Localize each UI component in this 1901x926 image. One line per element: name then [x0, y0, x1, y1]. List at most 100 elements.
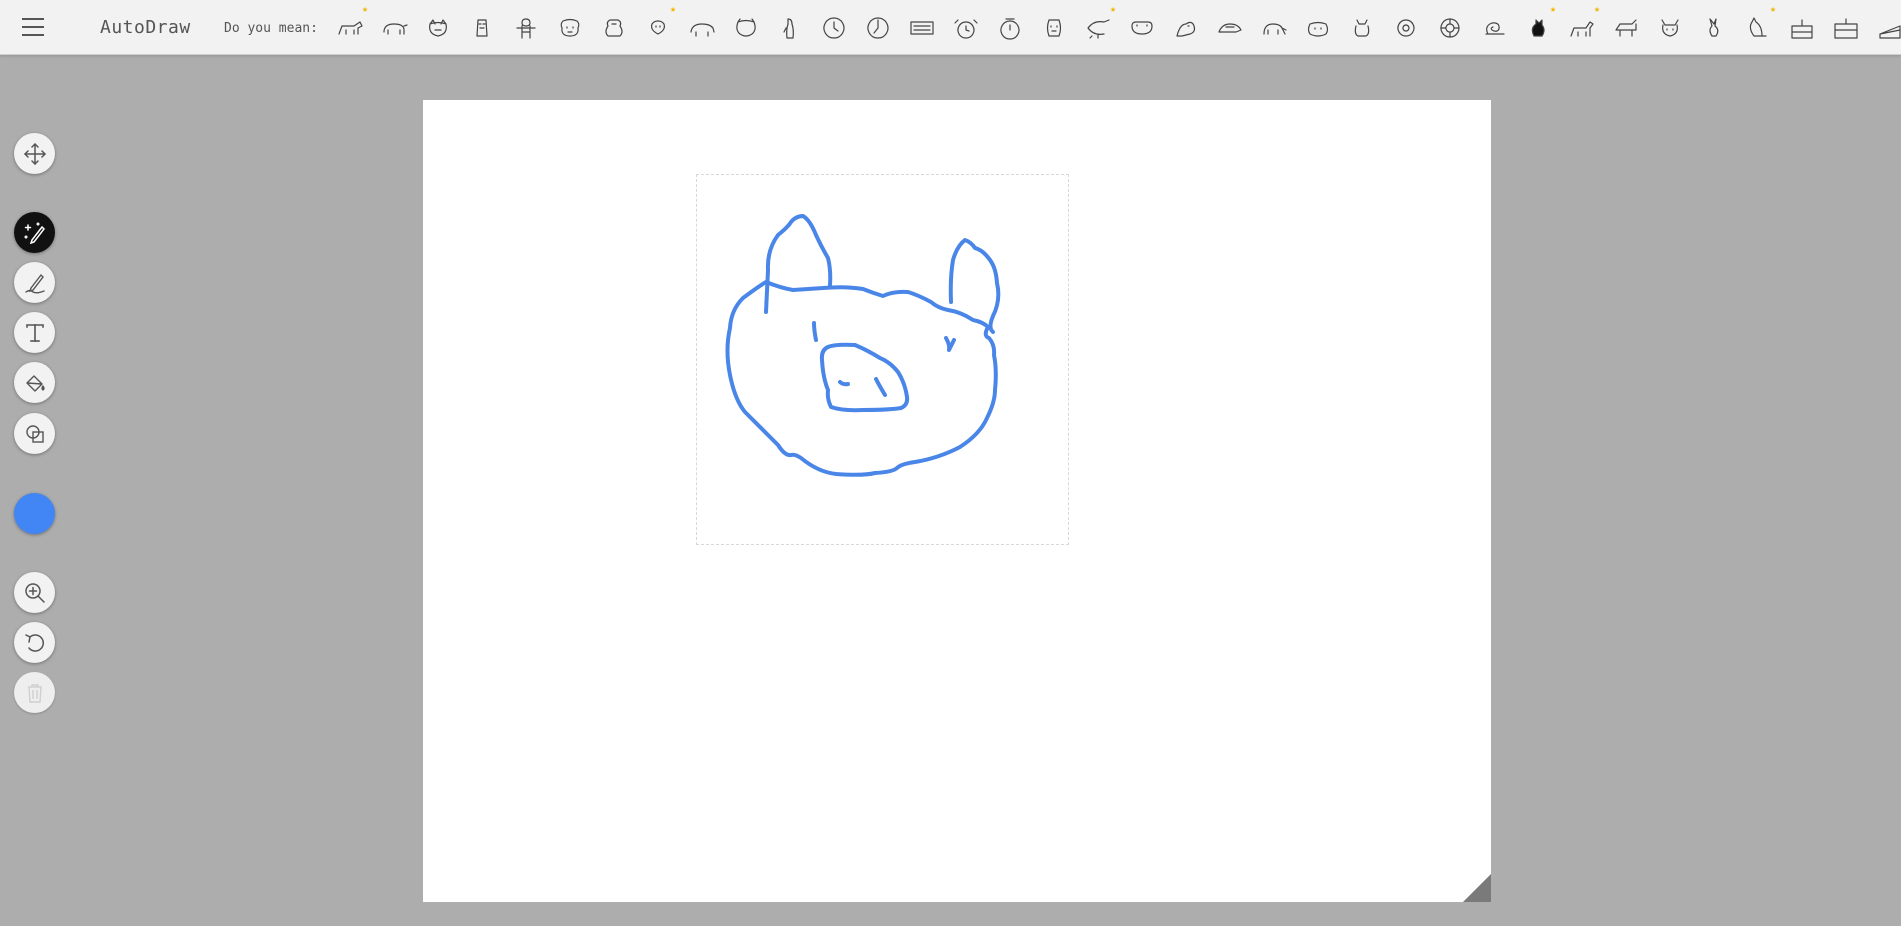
donut-icon: [1397, 19, 1415, 37]
suggestion-clock-icon[interactable]: [816, 8, 852, 48]
alarm-clock-icon: [954, 19, 978, 39]
suggestion-cake-slice-icon[interactable]: [1872, 8, 1901, 48]
cake-slice-icon: [1879, 25, 1901, 39]
suggestion-wheel-icon[interactable]: [1432, 8, 1468, 48]
suggestion-black-cat-icon[interactable]: ★: [1520, 4, 1556, 48]
black-cat-icon: [1531, 19, 1545, 37]
wheel-icon: [1440, 18, 1460, 38]
zoom-in-icon: [25, 583, 45, 603]
suggestion-rabbit-icon[interactable]: [1696, 8, 1732, 48]
canvas-resize-handle[interactable]: [1463, 874, 1491, 902]
suggestion-donut-icon[interactable]: [1388, 8, 1424, 48]
suggestion-cat-sitting-icon[interactable]: [1344, 8, 1380, 48]
suggestion-turtle-icon[interactable]: [1212, 8, 1248, 48]
suggestion-alarm-clock-2-icon[interactable]: [992, 8, 1028, 48]
frog-icon: [1087, 19, 1110, 39]
dog-outline-icon: [338, 21, 363, 35]
birthday-cake-icon: [1791, 19, 1813, 39]
left-toolbar: [14, 0, 57, 926]
suggestion-frog-face-icon[interactable]: [1124, 8, 1160, 48]
star-icon: ★: [361, 4, 368, 15]
undo-tool-button[interactable]: [14, 622, 55, 663]
suggestion-teddy-bear-icon[interactable]: [596, 8, 632, 48]
suggestion-kangaroo-icon[interactable]: ★: [1740, 4, 1776, 48]
alarm-clock-2-icon: [1000, 18, 1020, 40]
wall-clock-icon: [867, 17, 889, 39]
shape-tool-button[interactable]: [14, 413, 55, 454]
fill-tool-button[interactable]: [14, 362, 55, 403]
suggestion-bear-head-icon[interactable]: [728, 8, 764, 48]
autodraw-tool-button[interactable]: [14, 212, 55, 253]
undo-icon: [25, 634, 45, 652]
bear-face-icon: [651, 20, 665, 35]
layer-cake-icon: [1834, 18, 1858, 39]
top-bar: AutoDraw Do you mean: ★ ★ ★ ★ ★ ★: [0, 0, 1901, 55]
color-picker-button[interactable]: [14, 493, 55, 534]
suggestion-pig-face-icon[interactable]: [420, 8, 456, 48]
cat-face-icon: [1661, 19, 1679, 37]
star-icon: ★: [1549, 4, 1556, 15]
paint-bucket-icon: [26, 375, 45, 392]
bear-head-icon: [736, 18, 756, 37]
move-arrows-icon: [24, 143, 46, 165]
suggestion-digital-clock-icon[interactable]: [904, 8, 940, 48]
digital-clock-icon: [910, 21, 934, 35]
turtle-icon: [1218, 23, 1242, 33]
teddy-bear-icon: [605, 19, 623, 37]
select-tool-button[interactable]: [14, 133, 55, 174]
suggestion-owl-icon[interactable]: [464, 8, 500, 48]
suggestion-polar-bear-icon[interactable]: [684, 8, 720, 48]
suggestion-birthday-cake-icon[interactable]: [1784, 8, 1820, 48]
text-t-icon: [26, 324, 44, 342]
suggestion-pig-icon[interactable]: [376, 8, 412, 48]
suggestion-bear-face-icon[interactable]: ★: [640, 4, 676, 48]
suggestion-frog-icon[interactable]: ★: [1080, 4, 1116, 48]
clock-icon: [823, 17, 845, 39]
suggestion-penguin-icon[interactable]: [772, 8, 808, 48]
star-icon: ★: [1109, 4, 1116, 15]
cat-sitting-icon: [1354, 19, 1370, 37]
zoom-tool-button[interactable]: [14, 572, 55, 613]
suggestion-dog-outline-icon[interactable]: ★: [332, 4, 368, 48]
rabbit-icon: [1709, 18, 1719, 37]
star-icon: ★: [1769, 4, 1776, 15]
suggestion-sitting-frog-icon[interactable]: [1168, 8, 1204, 48]
star-icon: ★: [669, 4, 676, 15]
autodraw-pen-sparkle-icon: [24, 222, 45, 244]
pig-sketch-drawing: [725, 214, 1001, 477]
do-you-mean-label: Do you mean:: [224, 21, 318, 36]
pig-face-icon: [429, 19, 447, 37]
pig-icon: [383, 23, 408, 35]
suggestion-snail-icon[interactable]: [1476, 8, 1512, 48]
hamster-icon: [1307, 21, 1329, 37]
suggestion-wall-clock-icon[interactable]: [860, 8, 896, 48]
suggestion-strip: ★ ★ ★ ★ ★ ★: [332, 4, 1901, 48]
trash-icon: [28, 684, 42, 703]
suggestion-walking-cat-icon[interactable]: ★: [1564, 4, 1600, 48]
pencil-icon: [25, 273, 45, 294]
suggestion-dog-face-icon[interactable]: [552, 8, 588, 48]
suggestion-alarm-clock-icon[interactable]: [948, 8, 984, 48]
suggestion-hamster-icon[interactable]: [1300, 8, 1336, 48]
suggestion-cat-icon[interactable]: [1608, 8, 1644, 48]
frog-face-icon: [1131, 21, 1153, 35]
delete-tool-button[interactable]: [14, 672, 55, 713]
walking-cat-icon: [1570, 21, 1594, 37]
suggestion-layer-cake-icon[interactable]: [1828, 8, 1864, 48]
type-tool-button[interactable]: [14, 312, 55, 353]
suggestion-face-icon[interactable]: [1036, 8, 1072, 48]
face-icon: [1046, 19, 1062, 37]
polar-bear-icon: [690, 23, 715, 37]
suggestion-gingerbread-man-icon[interactable]: [508, 8, 544, 48]
owl-icon: [476, 19, 488, 37]
suggestion-elephant-icon[interactable]: [1256, 8, 1292, 48]
sitting-frog-icon: [1176, 21, 1196, 37]
cat-icon: [1615, 19, 1637, 37]
snail-icon: [1485, 22, 1505, 35]
gingerbread-man-icon: [516, 18, 536, 39]
draw-tool-button[interactable]: [14, 262, 55, 303]
drawing-canvas[interactable]: [423, 100, 1491, 902]
suggestion-cat-face-icon[interactable]: [1652, 8, 1688, 48]
dog-face-icon: [560, 18, 580, 37]
star-icon: ★: [1593, 4, 1600, 15]
